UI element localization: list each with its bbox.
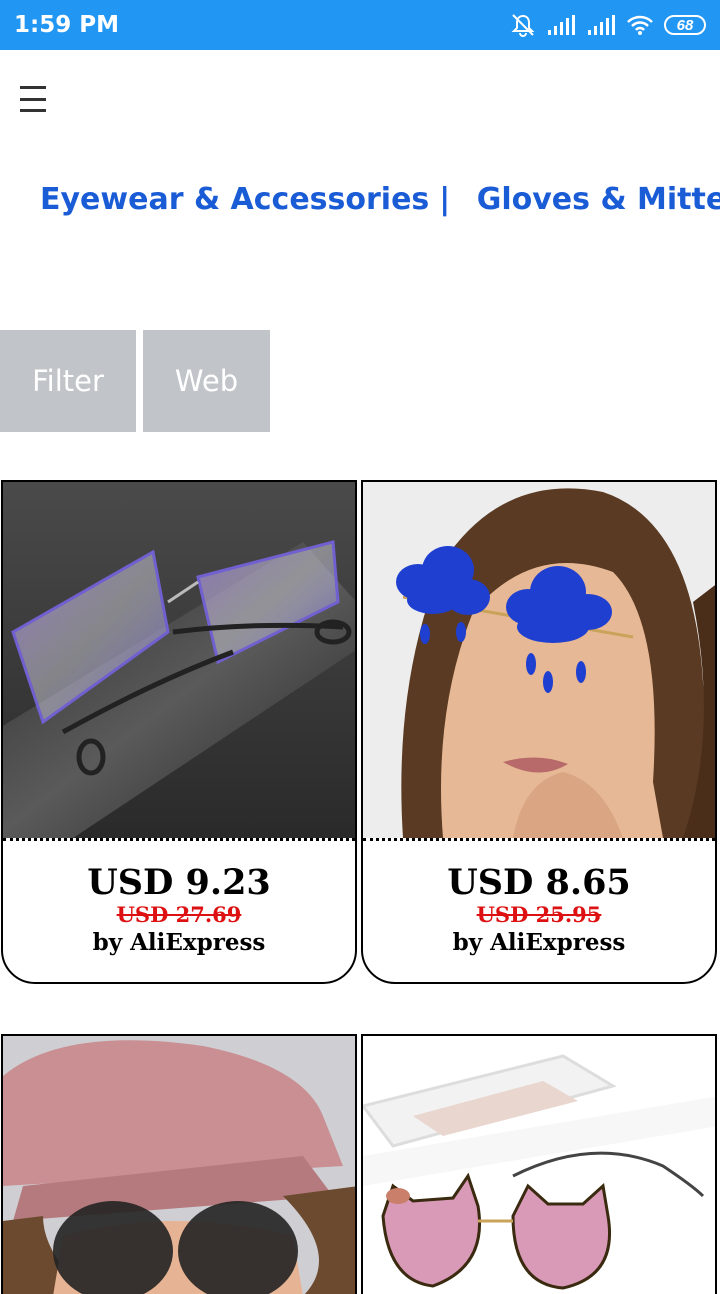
product-image	[363, 1036, 715, 1294]
product-image	[3, 1036, 355, 1294]
product-image	[3, 482, 355, 838]
product-seller: by AliExpress	[92, 929, 266, 956]
product-seller: by AliExpress	[452, 929, 626, 956]
product-card[interactable]	[1, 1034, 357, 1294]
filter-button[interactable]: Filter	[0, 330, 136, 432]
category-separator: |	[439, 182, 451, 217]
status-bar: 1:59 PM 68	[0, 0, 720, 50]
battery-level: 68	[676, 16, 694, 34]
product-info: USD 9.23 USD 27.69 by AliExpress	[3, 863, 355, 959]
mute-icon	[511, 14, 535, 37]
hamburger-menu-icon[interactable]	[20, 86, 46, 112]
category-link-gloves[interactable]: Gloves & Mittens|	[477, 182, 720, 217]
product-image	[363, 482, 715, 838]
web-button[interactable]: Web	[143, 330, 270, 432]
signal-icon	[548, 15, 575, 35]
status-icons: 68	[510, 13, 706, 37]
wifi-icon	[627, 15, 653, 35]
category-link-eyewear[interactable]: Eyewear & Accessories |	[40, 182, 450, 217]
product-info: USD 8.65 USD 25.95 by AliExpress	[363, 863, 715, 959]
product-old-price: USD 25.95	[476, 902, 602, 927]
divider	[3, 838, 355, 841]
product-price: USD 8.65	[447, 862, 631, 903]
divider	[363, 838, 715, 841]
product-price: USD 9.23	[87, 862, 271, 903]
category-nav: Eyewear & Accessories| Gloves & Mittens|…	[40, 182, 720, 226]
signal-icon	[588, 15, 615, 35]
product-card[interactable]	[361, 1034, 717, 1294]
action-buttons: Filter Web	[0, 330, 270, 432]
product-card[interactable]: USD 9.23 USD 27.69 by AliExpress	[1, 480, 357, 984]
status-time: 1:59 PM	[14, 12, 119, 38]
product-old-price: USD 27.69	[116, 902, 242, 927]
product-card[interactable]: USD 8.65 USD 25.95 by AliExpress	[361, 480, 717, 984]
battery-icon: 68	[664, 15, 706, 35]
